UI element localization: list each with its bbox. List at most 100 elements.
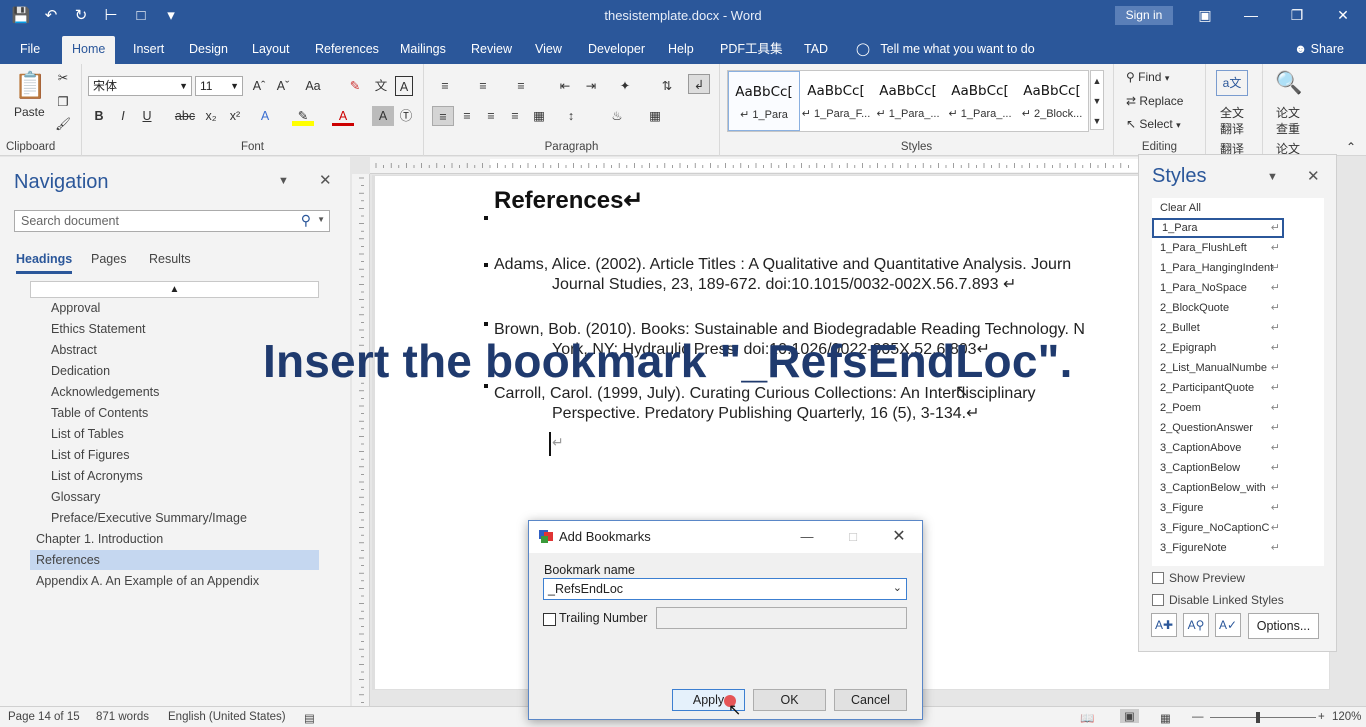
align-left-icon[interactable]: ≡	[432, 106, 454, 126]
plagiarism-check-label[interactable]: 查重	[1276, 120, 1300, 137]
text-effects-icon[interactable]: A	[254, 106, 276, 126]
highlight-icon[interactable]: ✎	[292, 106, 314, 126]
tab-review[interactable]: Review	[461, 36, 522, 64]
close-icon[interactable]: ✕	[889, 527, 909, 547]
tab-view[interactable]: View	[525, 36, 572, 64]
print-layout-icon[interactable]: ▣	[1120, 709, 1139, 723]
copy-icon[interactable]: ❐	[52, 92, 74, 112]
tab-pdf-tools[interactable]: PDF工具集	[710, 36, 793, 64]
zoom-slider[interactable]	[1210, 717, 1316, 718]
page-count[interactable]: Page 14 of 15	[8, 711, 80, 723]
macro-icon[interactable]: ▤	[304, 711, 315, 725]
style-list-item[interactable]: 3_Figure_NoCaptionC ↵	[1152, 518, 1324, 538]
new-style-button[interactable]: A✚	[1151, 613, 1177, 637]
font-size-box[interactable]: 11 ▼	[195, 76, 243, 96]
sign-in-button[interactable]: Sign in	[1115, 6, 1173, 25]
style-list-item[interactable]: 3_FigureNote ↵	[1152, 538, 1324, 558]
line-spacing-icon[interactable]: ↕	[560, 106, 582, 126]
zoom-out-icon[interactable]: —	[1192, 711, 1204, 723]
style-list-item[interactable]: 2_ParticipantQuote ↵	[1152, 378, 1324, 398]
paper-label[interactable]: 论文	[1276, 104, 1300, 121]
style-list-item[interactable]: 3_CaptionAbove ↵	[1152, 438, 1324, 458]
align-right-icon[interactable]: ≡	[480, 106, 502, 126]
italic-icon[interactable]: I	[112, 106, 134, 126]
paste-icon[interactable]: 📋	[14, 70, 48, 102]
styles-scroll-icon[interactable]: ▲ ▼ ▼	[1090, 70, 1104, 130]
search-input[interactable]: Search document ⚲ ▼	[14, 210, 330, 232]
style-list-item[interactable]: Clear All	[1152, 198, 1324, 218]
manage-styles-button[interactable]: A✓	[1215, 613, 1241, 637]
translate-label[interactable]: 翻译	[1220, 120, 1244, 137]
plagiarism-check-icon[interactable]: 🔍	[1274, 70, 1304, 98]
nav-heading-item[interactable]: Glossary	[51, 487, 100, 507]
pane-options-icon[interactable]: ▼	[278, 175, 289, 187]
chinese-layout-icon[interactable]: ✦	[614, 76, 636, 96]
style-list-item[interactable]: 1_Para_NoSpace ↵	[1152, 278, 1324, 298]
tab-mailings[interactable]: Mailings	[390, 36, 456, 64]
style-list-item[interactable]: 3_Figure ↵	[1152, 498, 1324, 518]
zoom-in-icon[interactable]: +	[1318, 711, 1325, 723]
close-pane-icon[interactable]: ✕	[319, 171, 332, 189]
show-preview-checkbox[interactable]: Show Preview	[1152, 571, 1245, 585]
style-list-item[interactable]: 2_Poem ↵	[1152, 398, 1324, 418]
horizontal-ruler[interactable]	[370, 157, 1140, 174]
share-button[interactable]: ☻ Share	[1294, 36, 1344, 64]
bookmark-name-input[interactable]: _RefsEndLoc ⌄	[543, 578, 907, 600]
minimize-icon[interactable]: —	[1228, 0, 1274, 32]
style-tile[interactable]: AaBbCc[↵ 1_Para_...	[944, 71, 1016, 131]
style-list-item[interactable]: 3_CaptionBelow ↵	[1152, 458, 1324, 478]
zoom-slider-thumb[interactable]	[1256, 712, 1260, 723]
tab-layout[interactable]: Layout	[242, 36, 300, 64]
character-border-icon[interactable]: A	[395, 76, 413, 96]
clear-formatting-icon[interactable]: ✎	[344, 76, 366, 96]
nav-tab-pages[interactable]: Pages	[91, 252, 126, 266]
style-tile[interactable]: AaBbCc[↵ 2_Block...	[1016, 71, 1088, 131]
distributed-icon[interactable]: ▦	[528, 106, 550, 126]
superscript-icon[interactable]: x²	[224, 106, 246, 126]
multilevel-list-icon[interactable]: ≡	[510, 76, 532, 96]
borders-icon[interactable]: ▦	[644, 106, 666, 126]
nav-heading-item[interactable]: Dedication	[51, 361, 110, 381]
style-list-item[interactable]: 1_Para_HangingIndent ↵	[1152, 258, 1324, 278]
tab-developer[interactable]: Developer	[578, 36, 655, 64]
nav-tab-headings[interactable]: Headings	[16, 252, 73, 274]
sort-icon[interactable]: ⇅	[656, 76, 678, 96]
nav-heading-item[interactable]: Preface/Executive Summary/Image	[51, 508, 247, 528]
shrink-font-icon[interactable]: Aˇ	[272, 76, 294, 96]
numbering-icon[interactable]: ≡	[472, 76, 494, 96]
tab-home[interactable]: Home	[62, 36, 116, 64]
web-layout-icon[interactable]: ▦	[1160, 711, 1171, 725]
underline-icon[interactable]: U	[136, 106, 158, 126]
cut-icon[interactable]: ✂	[52, 68, 74, 88]
close-window-icon[interactable]: ✕	[1320, 0, 1366, 32]
style-list-item[interactable]: 2_Epigraph ↵	[1152, 338, 1324, 358]
restore-icon[interactable]: ❐	[1274, 0, 1320, 32]
nav-heading-item[interactable]: Ethics Statement	[51, 319, 146, 339]
tell-me-search[interactable]: ◯ Tell me what you want to do	[856, 36, 1035, 64]
shading-icon[interactable]: ♨	[606, 106, 628, 126]
chevron-down-icon[interactable]: ⌄	[893, 581, 902, 594]
style-list-item[interactable]: 3_CaptionBelow_with ↵	[1152, 478, 1324, 498]
references-heading[interactable]: References↵	[494, 186, 644, 215]
style-list-item[interactable]: 2_List_ManualNumbe ↵	[1152, 358, 1324, 378]
style-tile[interactable]: AaBbCc[↵ 1_Para_...	[872, 71, 944, 131]
select-button[interactable]: ↖ Select ▾	[1126, 117, 1181, 131]
zoom-level[interactable]: 120%	[1332, 711, 1361, 723]
ribbon-display-icon[interactable]: ▣	[1182, 0, 1228, 32]
tab-file[interactable]: File	[10, 36, 50, 64]
nav-heading-item[interactable]: Table of Contents	[51, 403, 148, 423]
nav-heading-item[interactable]: Appendix A. An Example of an Appendix	[30, 571, 319, 591]
translate-icon[interactable]: a文	[1216, 70, 1248, 96]
strikethrough-icon[interactable]: abc	[174, 106, 196, 126]
increase-indent-icon[interactable]: ⇥	[580, 76, 602, 96]
search-icon[interactable]: ⚲	[301, 212, 311, 229]
decrease-indent-icon[interactable]: ⇤	[554, 76, 576, 96]
align-center-icon[interactable]: ≡	[456, 106, 478, 126]
change-case-icon[interactable]: Aa	[302, 76, 324, 96]
font-color-icon[interactable]: A	[332, 106, 354, 126]
nav-heading-item[interactable]: Approval	[51, 298, 100, 318]
cancel-button[interactable]: Cancel	[834, 689, 907, 711]
style-list-item[interactable]: 1_Para ↵	[1152, 218, 1284, 238]
tab-references[interactable]: References	[305, 36, 389, 64]
paste-label[interactable]: Paste	[14, 105, 45, 119]
